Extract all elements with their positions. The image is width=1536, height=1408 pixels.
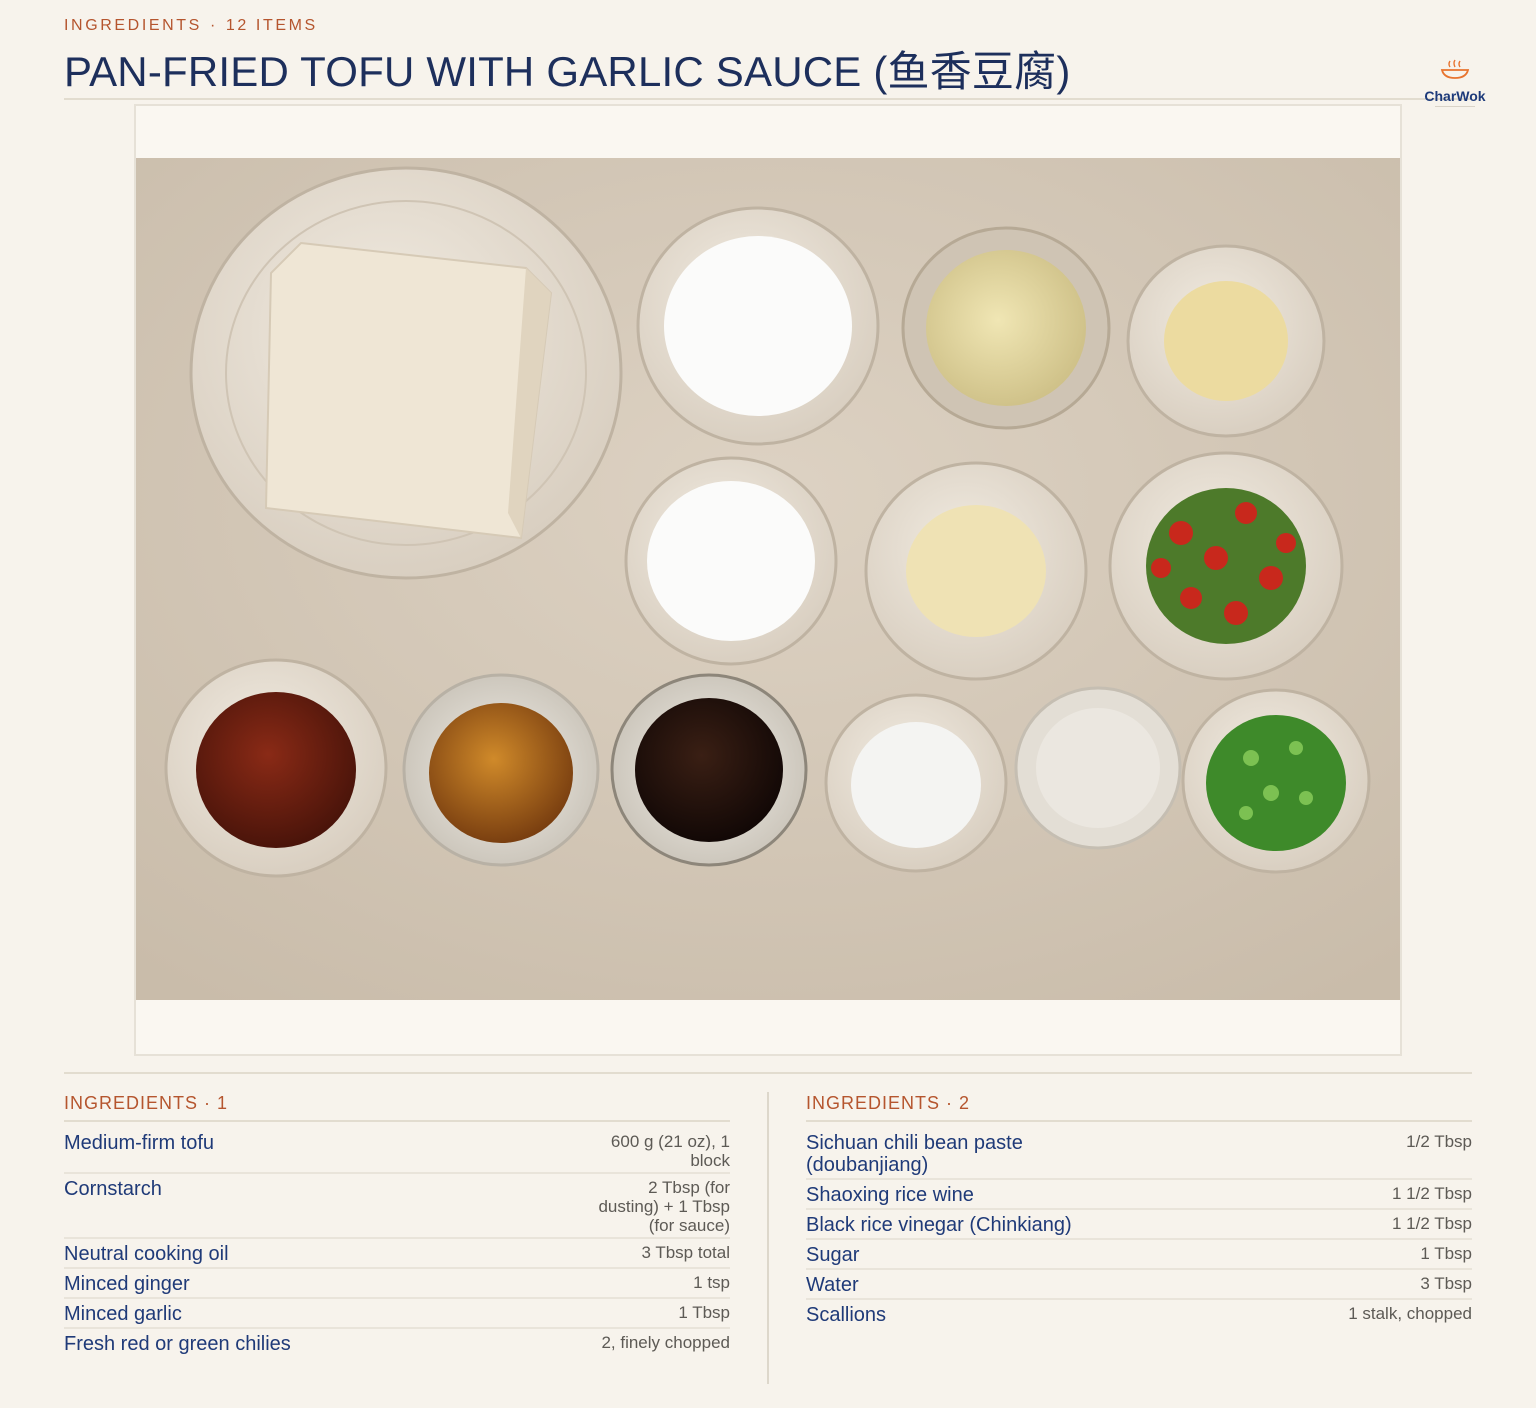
recipe-title: PAN-FRIED TOFU WITH GARLIC SAUCE (鱼香豆腐) [64, 48, 1071, 95]
column-divider [767, 1092, 769, 1384]
quantity-line: 3 Tbsp [1420, 1274, 1472, 1293]
quantity-line: 1/2 Tbsp [1406, 1132, 1472, 1151]
ingredient-row: Black rice vinegar (Chinkiang) 1 1/2 Tbs… [806, 1214, 1472, 1240]
column-heading: INGREDIENTS · 2 [806, 1092, 1472, 1122]
quantity-line: 1 stalk, chopped [1348, 1304, 1472, 1323]
ingredients-column-1: INGREDIENTS · 1 Medium-firm tofu 600 g (21… [64, 1092, 730, 1361]
ingredient-name: Fresh red or green chilies [64, 1333, 291, 1355]
column-dot: · [204, 1093, 212, 1113]
ingredients-flatlay-photo [136, 158, 1400, 1000]
quantity-line: 1 tsp [693, 1273, 730, 1292]
ingredient-quantity: 1 Tbsp [678, 1303, 730, 1322]
quantity-line: 2, finely chopped [601, 1333, 730, 1352]
column-label: INGREDIENTS [806, 1093, 941, 1113]
brand-name: CharWok [1424, 88, 1486, 104]
quantity-line: 1 Tbsp [1420, 1244, 1472, 1263]
column-number: 2 [959, 1093, 971, 1113]
ingredient-quantity: 1 stalk, chopped [1348, 1304, 1472, 1323]
ingredient-quantity: 3 Tbsp [1420, 1274, 1472, 1293]
quantity-line: 600 g (21 oz), 1 [610, 1132, 730, 1151]
ingredient-quantity: 3 Tbsp total [641, 1243, 730, 1262]
ingredient-name: Medium-firm tofu [64, 1132, 215, 1154]
column-heading: INGREDIENTS · 1 [64, 1092, 730, 1122]
section-divider [64, 1072, 1472, 1074]
ingredient-name: Sugar [806, 1244, 860, 1266]
eyebrow-label: INGREDIENTS [64, 17, 202, 34]
quantity-line: 1 1/2 Tbsp [1391, 1184, 1472, 1203]
quantity-line: (for sauce) [648, 1216, 730, 1235]
quantity-line: 2 Tbsp (for [648, 1178, 730, 1197]
quantity-line: 3 Tbsp total [641, 1243, 730, 1262]
ingredient-quantity: 600 g (21 oz), 1 block [611, 1132, 730, 1170]
eyebrow-dot: · [209, 17, 218, 34]
ingredient-row: Minced ginger 1 tsp [64, 1273, 730, 1299]
ingredient-name: Minced garlic [64, 1303, 182, 1325]
ingredient-name: Black rice vinegar (Chinkiang) [806, 1214, 1072, 1236]
ingredient-name: Sichuan chili bean paste (doubanjiang) [806, 1132, 1023, 1176]
ingredient-row: Cornstarch 2 Tbsp (for dusting) + 1 Tbsp… [64, 1178, 730, 1239]
ingredient-row: Minced garlic 1 Tbsp [64, 1303, 730, 1329]
ingredient-row: Shaoxing rice wine 1 1/2 Tbsp [806, 1184, 1472, 1210]
ingredient-row: Neutral cooking oil 3 Tbsp total [64, 1243, 730, 1269]
ingredients-column-2: INGREDIENTS · 2 Sichuan chili bean paste (… [806, 1092, 1472, 1332]
ingredient-row: Sugar 1 Tbsp [806, 1244, 1472, 1270]
brand-underline [1435, 106, 1475, 107]
ingredient-name: Neutral cooking oil [64, 1243, 229, 1265]
ingredient-quantity: 1/2 Tbsp [1406, 1132, 1472, 1151]
item-count: 12 ITEMS [225, 17, 318, 34]
ingredient-quantity: 2, finely chopped [601, 1333, 730, 1352]
quantity-line: 1 Tbsp [678, 1303, 730, 1322]
quantity-line: 1 1/2 Tbsp [1391, 1214, 1472, 1233]
column-label: INGREDIENTS [64, 1093, 199, 1113]
quantity-line: block [690, 1151, 730, 1170]
ingredient-quantity: 1 1/2 Tbsp [1392, 1214, 1472, 1233]
ingredient-row: Fresh red or green chilies 2, finely cho… [64, 1333, 730, 1357]
name-line: Sichuan chili bean paste [806, 1132, 1023, 1154]
ingredient-name: Shaoxing rice wine [806, 1184, 974, 1206]
steaming-wok-icon [1440, 59, 1470, 79]
ingredient-quantity: 1 Tbsp [1420, 1244, 1472, 1263]
ingredient-name: Cornstarch [64, 1178, 162, 1200]
ingredient-name: Minced ginger [64, 1273, 190, 1295]
quantity-line: dusting) + 1 Tbsp [598, 1197, 730, 1216]
ingredient-row: Sichuan chili bean paste (doubanjiang) 1… [806, 1132, 1472, 1180]
ingredient-row: Water 3 Tbsp [806, 1274, 1472, 1300]
ingredient-name: Water [806, 1274, 859, 1296]
ingredient-quantity: 1 1/2 Tbsp [1392, 1184, 1472, 1203]
ingredient-row: Scallions 1 stalk, chopped [806, 1304, 1472, 1328]
ingredient-quantity: 2 Tbsp (for dusting) + 1 Tbsp (for sauce… [598, 1178, 730, 1235]
ingredient-quantity: 1 tsp [693, 1273, 730, 1292]
column-number: 1 [217, 1093, 229, 1113]
name-line: (doubanjiang) [806, 1154, 929, 1176]
section-eyebrow: INGREDIENTS · 12 ITEMS [64, 17, 318, 35]
ingredient-row: Medium-firm tofu 600 g (21 oz), 1 block [64, 1132, 730, 1174]
ingredient-name: Scallions [806, 1304, 887, 1326]
brand-logo[interactable]: CharWok [1418, 58, 1492, 107]
title-divider [64, 98, 1472, 100]
column-dot: · [946, 1093, 954, 1113]
